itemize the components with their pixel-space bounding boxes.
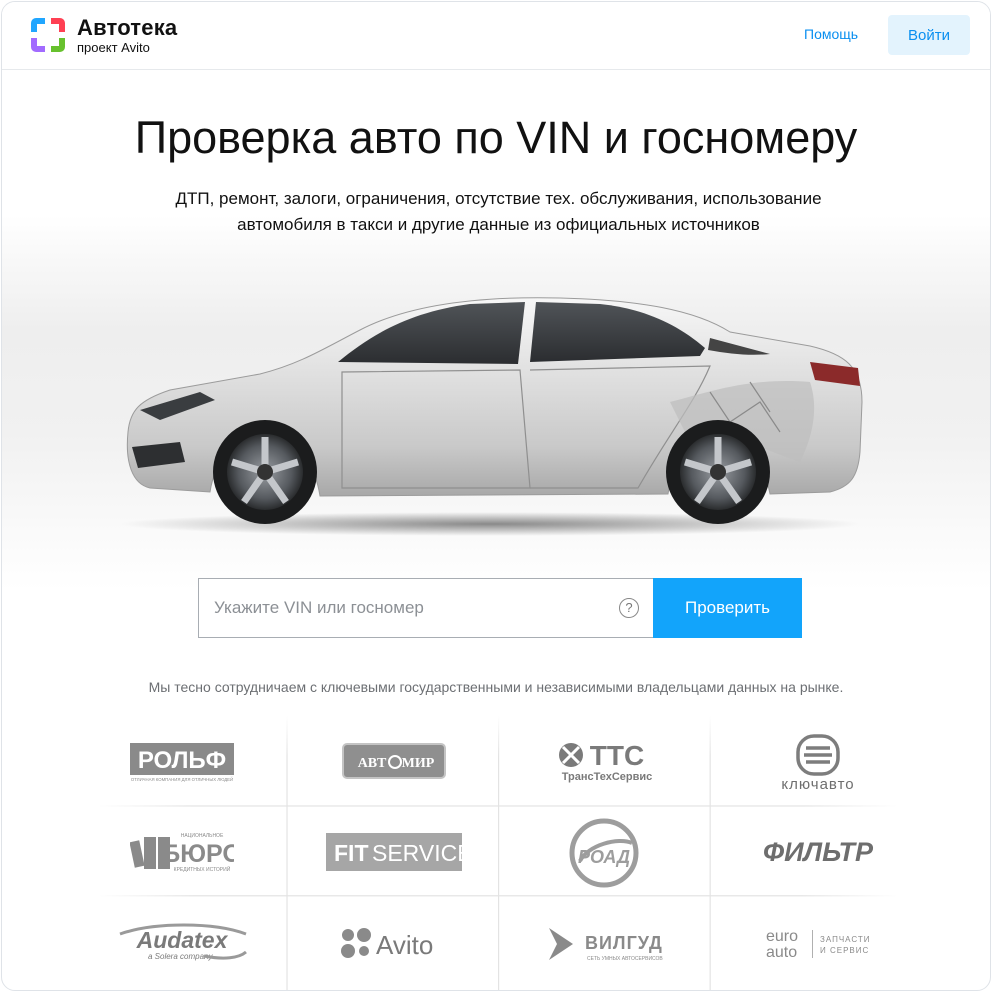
avito-logo: Avito <box>341 928 433 960</box>
klyuchavto-logo: ключавто <box>781 734 854 791</box>
vilgud-tagline: СЕТЬ УМНЫХ АВТОСЕРВИСОВ <box>587 956 663 962</box>
login-button[interactable]: Войти <box>888 15 970 55</box>
avtomir-name-left: АВТ <box>358 756 387 771</box>
avtoteka-logo-icon[interactable] <box>28 15 68 55</box>
fitservice-name-a: FIT <box>334 840 369 866</box>
avito-name: Avito <box>376 930 433 960</box>
logo-text[interactable]: Автотека проект Avito <box>77 15 178 56</box>
fitservice-name-b: SERVICE <box>372 840 462 866</box>
hero-subtitle: ДТП, ремонт, залоги, ограничения, отсутс… <box>175 189 822 234</box>
rolf-name: РОЛЬФ <box>138 747 226 774</box>
filtr-name: ФИЛЬТР <box>763 837 874 867</box>
avtomir-logo: АВТ МИР <box>342 743 446 779</box>
euroauto-tagline-b: И СЕРВИС <box>820 946 869 955</box>
nbki-logo: НАЦИОНАЛЬНОЕ БЮРО КРЕДИТНЫХ ИСТОРИЙ <box>130 833 234 873</box>
filtr-logo: ФИЛЬТР <box>763 837 874 867</box>
nbki-tagline: КРЕДИТНЫХ ИСТОРИЙ <box>174 865 231 873</box>
header: Автотека проект Avito Помощь Войти <box>2 2 990 70</box>
check-button[interactable]: Проверить <box>653 578 802 638</box>
search-field: ? <box>198 578 654 638</box>
tts-logo: TTC ТрансТехСервис <box>559 740 653 783</box>
euroauto-name-a: euro <box>766 928 798 945</box>
logo-title: Автотека <box>77 15 178 40</box>
help-link[interactable]: Помощь <box>804 26 858 42</box>
rolf-tagline: ОТЛИЧНАЯ КОМПАНИЯ ДЛЯ ОТЛИЧНЫХ ЛЮДЕЙ <box>131 777 233 782</box>
audatex-tagline: a Solera company <box>148 952 213 961</box>
help-question-icon[interactable]: ? <box>619 598 639 618</box>
klyuchavto-name: ключавто <box>781 776 854 791</box>
road-name: РОАД <box>578 847 630 867</box>
audatex-name: Audatex <box>136 927 229 953</box>
page-frame: Автотека проект Avito Помощь Войти Прове… <box>1 1 991 991</box>
nbki-top: НАЦИОНАЛЬНОЕ <box>181 833 224 839</box>
page-title: Проверка авто по VIN и госномеру <box>134 112 858 163</box>
vilgud-logo: ВИЛГУД СЕТЬ УМНЫХ АВТОСЕРВИСОВ <box>549 928 663 962</box>
logo-subtitle: проект Avito <box>77 40 150 55</box>
tts-tagline: ТрансТехСервис <box>562 771 653 783</box>
euroauto-name-b: auto <box>766 944 797 961</box>
nbki-name: БЮРО <box>162 840 234 868</box>
avtomir-name-right: МИР <box>402 756 435 771</box>
tts-name: TTC <box>590 740 644 771</box>
euroauto-tagline-a: ЗАПЧАСТИ <box>820 935 870 944</box>
fitservice-logo: FIT SERVICE <box>326 833 462 871</box>
rolf-logo: РОЛЬФ ОТЛИЧНАЯ КОМПАНИЯ ДЛЯ ОТЛИЧНЫХ ЛЮД… <box>130 743 234 782</box>
partners-note: Мы тесно сотрудничаем с ключевыми госуда… <box>148 679 844 695</box>
euroauto-logo: euro auto ЗАПЧАСТИ И СЕРВИС <box>766 928 870 961</box>
damaged-car-image <box>120 297 863 536</box>
vin-input[interactable] <box>199 579 609 637</box>
audatex-logo: Audatex a Solera company <box>119 923 247 961</box>
road-logo: РОАД <box>569 818 639 888</box>
vilgud-name: ВИЛГУД <box>585 933 663 953</box>
